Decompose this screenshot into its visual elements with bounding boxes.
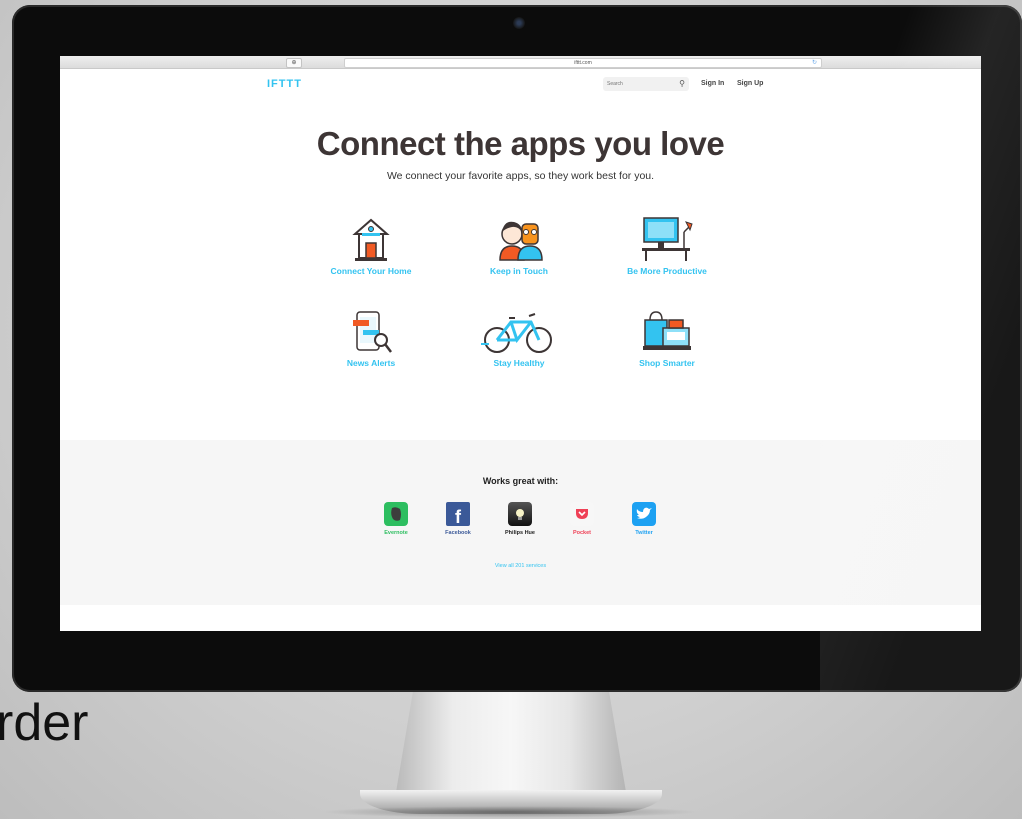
page-title: Connect the apps you love — [316, 125, 725, 162]
page-subtitle: We connect your favorite apps, so they w… — [386, 170, 655, 182]
phone-news-icon — [353, 311, 392, 353]
category-label: News Alerts — [346, 358, 396, 368]
category-label: Be More Productive — [627, 266, 707, 276]
category-be-more-productive[interactable]: Be More Productive — [602, 216, 732, 276]
category-connect-your-home[interactable]: Connect Your Home — [306, 216, 436, 276]
address-bar[interactable]: ifttt.com ↻ — [344, 58, 822, 68]
stand-shadow — [320, 806, 700, 818]
camera-icon — [513, 17, 525, 29]
pocket-icon — [570, 502, 594, 526]
bicycle-icon — [481, 313, 552, 353]
monitor-stand — [395, 688, 627, 798]
search-input[interactable] — [607, 79, 667, 89]
category-label: Shop Smarter — [639, 358, 695, 368]
sign-up-link[interactable]: Sign Up — [737, 80, 763, 87]
service-pocket[interactable]: Pocket — [552, 502, 612, 536]
service-label: Twitter — [635, 530, 653, 536]
browser-toolbar: ⊕ ifttt.com ↻ — [60, 56, 981, 69]
desk-icon — [642, 217, 693, 261]
evernote-icon — [384, 502, 408, 526]
works-great-with-title: Works great with: — [482, 476, 559, 486]
monitor-screen: ⊕ ifttt.com ↻ IFTTT ⚲ Sign In Sign Up Co… — [60, 56, 981, 631]
service-evernote[interactable]: Evernote — [366, 502, 426, 536]
works-great-with-section: Works great with: Evernote f Facebook Ph… — [60, 440, 981, 605]
view-all-services-link[interactable]: View all 201 services — [60, 563, 981, 569]
service-twitter[interactable]: Twitter — [614, 502, 674, 536]
category-shop-smarter[interactable]: Shop Smarter — [602, 310, 732, 368]
category-news-alerts[interactable]: News Alerts — [306, 310, 436, 368]
shopping-icon — [643, 311, 691, 350]
philips-hue-icon — [508, 502, 532, 526]
category-label: Keep in Touch — [490, 266, 548, 276]
twitter-icon — [632, 502, 656, 526]
service-philips-hue[interactable]: Philips Hue — [490, 502, 550, 536]
browser-menu-button[interactable]: ⊕ — [286, 58, 302, 68]
service-facebook[interactable]: f Facebook — [428, 502, 488, 536]
category-label: Connect Your Home — [330, 266, 412, 276]
service-label: Philips Hue — [505, 530, 535, 536]
reload-icon[interactable]: ↻ — [812, 59, 817, 67]
house-icon — [352, 218, 390, 261]
service-label: Pocket — [572, 530, 592, 536]
background-caption-text: rder — [0, 694, 89, 752]
service-label: Facebook — [445, 530, 471, 536]
url-text: ifttt.com — [574, 60, 592, 66]
category-label: Stay Healthy — [493, 358, 545, 368]
ifttt-logo[interactable]: IFTTT — [267, 78, 302, 90]
facebook-icon: f — [446, 502, 470, 527]
service-label: Evernote — [384, 530, 408, 536]
category-stay-healthy[interactable]: Stay Healthy — [454, 310, 584, 368]
category-keep-in-touch[interactable]: Keep in Touch — [454, 216, 584, 276]
search-icon[interactable]: ⚲ — [679, 79, 685, 89]
sign-in-link[interactable]: Sign In — [701, 80, 724, 87]
search-box[interactable]: ⚲ — [603, 77, 689, 91]
people-icon — [499, 221, 543, 261]
